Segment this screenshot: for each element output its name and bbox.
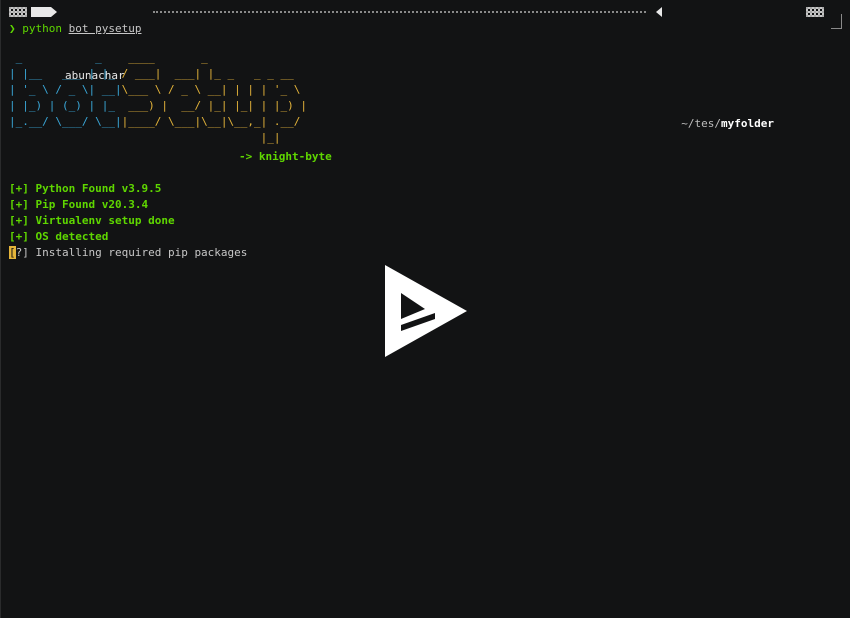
status-badge: [+]: [9, 198, 29, 211]
prompt-arrow-icon: ❯: [9, 22, 16, 35]
banner-bot-part: [9, 131, 122, 144]
status-badge: [+]: [9, 230, 29, 243]
output-line: [+] Pip Found v20.3.4: [9, 197, 148, 213]
banner-setup-part: |_|: [121, 131, 308, 144]
segment-arrow-icon: [51, 7, 57, 17]
prompt-filler: [153, 11, 646, 13]
play-logo-icon[interactable]: [383, 263, 469, 359]
banner-bot-part: |_.__/ \___/ \__|: [9, 115, 122, 128]
output-line: [?] Installing required pip packages: [9, 245, 247, 261]
ascii-banner: _ _ ____ _ | |__ ___ | |_ / ___| ___| |_…: [9, 50, 307, 162]
checker-icon: [9, 7, 27, 17]
banner-setup-part: |____/ \___|\__|\__,_| .__/: [121, 115, 308, 128]
status-badge: [+]: [9, 182, 29, 195]
status-badge: [+]: [9, 214, 29, 227]
banner-bot-part: | '_ \ / _ \| __|: [9, 83, 122, 96]
cursor: [: [9, 246, 16, 259]
output-text: OS detected: [28, 230, 109, 243]
path-prefix: ~/tes/: [681, 117, 722, 130]
banner-line: |_.__/ \___/ \__||____/ \___|\__|\__,_| …: [9, 114, 307, 130]
prompt-path: ~/tes/myfolder: [681, 116, 774, 132]
status-badge: [?]: [9, 246, 29, 259]
command-line: ❯ python bot pysetup: [9, 21, 141, 37]
checker-icon-right: [806, 7, 824, 17]
output-line: [+] Python Found v3.9.5: [9, 181, 161, 197]
output-text: Installing required pip packages: [28, 246, 248, 259]
banner-setup-part: \___ \ / _ \ __| | | | '_ \: [121, 83, 308, 96]
banner-bot-part: | |_) | (_) | |_: [9, 99, 122, 112]
path-folder: myfolder: [721, 117, 774, 130]
terminal-window: abunachar ~/tes/myfolder ❯ python bot py…: [0, 0, 850, 618]
output-text: Virtualenv setup done: [28, 214, 175, 227]
output-text: Pip Found v20.3.4: [28, 198, 149, 211]
segment-arrow-left-icon: [656, 7, 662, 17]
prompt-corner: [831, 14, 842, 29]
banner-line: | |__ ___ | |_ / ___| ___| |_ _ _ _ __: [9, 66, 307, 82]
output-text: Python Found v3.9.5: [28, 182, 162, 195]
banner-author: -> knight-byte: [239, 150, 332, 163]
banner-setup-part: ___) | __/ |_| |_| | |_) |: [121, 99, 308, 112]
banner-setup-part: ____ _: [121, 51, 308, 64]
banner-line: _ _ ____ _: [9, 50, 307, 66]
banner-bot-part: | |__ ___ | |_: [9, 67, 122, 80]
banner-line: | |_) | (_) | |_ ___) | __/ |_| |_| | |_…: [9, 98, 307, 114]
banner-line: | '_ \ / _ \| __|\___ \ / _ \ __| | | | …: [9, 82, 307, 98]
output-line: [+] Virtualenv setup done: [9, 213, 175, 229]
banner-bot-part: [9, 147, 122, 160]
banner-bot-part: _ _: [9, 51, 122, 64]
command-program: python: [22, 22, 62, 35]
banner-line: |_|: [9, 130, 307, 146]
os-segment: [31, 7, 51, 17]
command-args: bot pysetup: [68, 22, 142, 35]
output-line: [+] OS detected: [9, 229, 108, 245]
banner-setup-part: / ___| ___| |_ _ _ _ __: [121, 67, 308, 80]
prompt-bar: abunachar ~/tes/myfolder: [9, 4, 842, 130]
